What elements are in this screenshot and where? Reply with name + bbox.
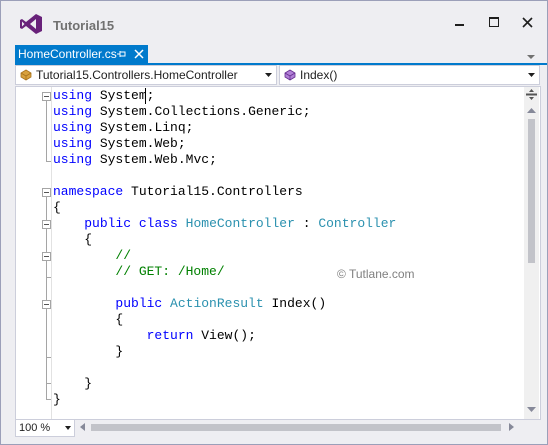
code-line: { bbox=[53, 200, 61, 215]
outline-end bbox=[46, 161, 51, 162]
member-dropdown-value: Index() bbox=[300, 68, 338, 82]
collapse-comment-toggle[interactable] bbox=[42, 252, 51, 261]
close-icon bbox=[521, 16, 533, 28]
collapse-usings-toggle[interactable] bbox=[42, 92, 51, 101]
code-line: // GET: /Home/ bbox=[53, 264, 225, 279]
horizontal-scroll-thumb[interactable] bbox=[91, 424, 501, 431]
navigation-bar: Tutorial15.Controllers.HomeController In… bbox=[15, 65, 540, 85]
code-line: using System.Web; bbox=[53, 136, 186, 151]
code-line: using System; bbox=[53, 88, 155, 103]
watermark: © Tutlane.com bbox=[337, 267, 415, 281]
text-cursor bbox=[145, 88, 146, 104]
visual-studio-logo-icon bbox=[20, 14, 42, 34]
ide-window: Tutorial15 HomeController.cs Tutorial15.… bbox=[0, 0, 548, 445]
collapse-namespace-toggle[interactable] bbox=[42, 188, 51, 197]
horizontal-scrollbar[interactable] bbox=[77, 419, 522, 435]
member-dropdown[interactable]: Index() bbox=[279, 65, 540, 85]
outline-end bbox=[46, 277, 51, 278]
outline-line bbox=[46, 101, 47, 161]
outline-end bbox=[46, 399, 51, 400]
editor-margin bbox=[51, 87, 52, 419]
collapse-class-toggle[interactable] bbox=[42, 220, 51, 229]
code-line: } bbox=[53, 392, 61, 407]
maximize-icon bbox=[489, 17, 499, 27]
tab-label: HomeController.cs bbox=[18, 47, 117, 61]
vertical-scroll-thumb[interactable] bbox=[528, 119, 535, 263]
code-line: namespace Tutorial15.Controllers bbox=[53, 184, 303, 199]
zoom-dropdown[interactable]: 100 % bbox=[15, 419, 75, 437]
close-window-button[interactable] bbox=[514, 11, 540, 33]
outline-end bbox=[46, 357, 51, 358]
document-tab-strip: HomeController.cs bbox=[1, 45, 547, 63]
scroll-up-icon[interactable] bbox=[527, 108, 536, 113]
vertical-scrollbar[interactable] bbox=[524, 87, 539, 419]
minimize-button[interactable] bbox=[447, 11, 473, 33]
method-icon bbox=[284, 69, 296, 81]
collapse-method-toggle[interactable] bbox=[42, 300, 51, 309]
minimize-icon bbox=[455, 24, 464, 26]
title-bar: Tutorial15 bbox=[1, 1, 547, 45]
pin-icon[interactable] bbox=[116, 48, 128, 60]
code-line: using System.Web.Mvc; bbox=[53, 152, 217, 167]
code-line: { bbox=[115, 312, 124, 327]
maximize-button[interactable] bbox=[481, 11, 507, 33]
class-icon bbox=[20, 69, 32, 81]
window-title: Tutorial15 bbox=[53, 18, 115, 33]
code-line: using System.Collections.Generic; bbox=[53, 104, 311, 119]
tab-close-icon[interactable] bbox=[133, 48, 145, 60]
zoom-value: 100 % bbox=[19, 422, 51, 434]
code-line: } bbox=[84, 376, 93, 391]
code-line: using System.Linq; bbox=[53, 120, 194, 135]
type-dropdown-value: Tutorial15.Controllers.HomeController bbox=[36, 68, 238, 82]
split-window-icon[interactable] bbox=[526, 89, 537, 100]
tab-homecontroller[interactable]: HomeController.cs bbox=[15, 45, 148, 63]
code-line: // bbox=[53, 248, 132, 263]
scroll-down-icon[interactable] bbox=[527, 407, 536, 412]
chevron-down-icon bbox=[528, 73, 535, 77]
scroll-left-icon[interactable] bbox=[80, 423, 85, 431]
code-line: { bbox=[84, 232, 93, 247]
code-line: return View(); bbox=[146, 328, 256, 343]
code-line: public class HomeController : Controller bbox=[84, 216, 397, 231]
code-line: } bbox=[115, 344, 124, 359]
editor-bottom-bar: 100 % bbox=[15, 419, 539, 437]
code-editor[interactable]: using System; using System.Collections.G… bbox=[15, 86, 541, 420]
outline-end bbox=[46, 383, 51, 384]
code-line: public ActionResult Index() bbox=[115, 296, 327, 311]
chevron-down-icon bbox=[265, 73, 272, 77]
tab-dropdown-icon[interactable] bbox=[526, 49, 536, 59]
type-dropdown[interactable]: Tutorial15.Controllers.HomeController bbox=[15, 65, 277, 85]
chevron-down-icon bbox=[65, 426, 71, 430]
scroll-right-icon[interactable] bbox=[509, 423, 514, 431]
